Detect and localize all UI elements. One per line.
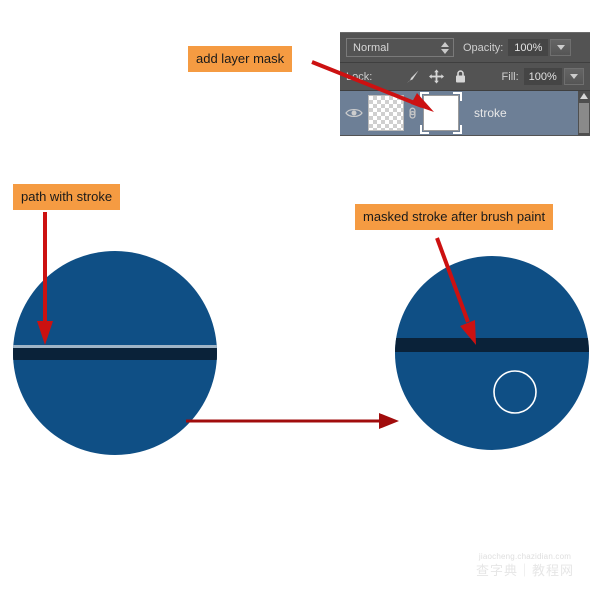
callout-path-with-stroke: path with stroke xyxy=(13,184,121,210)
stroke-dark-band xyxy=(13,348,217,360)
watermark-brand: 查字典｜教程网 xyxy=(475,563,574,578)
watermark-url: jiaocheng.chazidian.com xyxy=(478,552,572,561)
callout-add-layer-mask: add layer mask xyxy=(188,46,293,72)
arrow-transform-flow xyxy=(186,413,399,429)
artwork-canvas xyxy=(13,60,589,455)
right-circle-shape xyxy=(395,256,589,450)
arrow-add-layer-mask xyxy=(311,60,434,112)
stroke-dark-band-masked xyxy=(395,338,589,352)
callout-masked-stroke: masked stroke after brush paint xyxy=(355,204,554,230)
left-circle-shape xyxy=(13,251,217,455)
stroke-highlight-line xyxy=(13,345,217,348)
watermark: jiaocheng.chazidian.com 查字典｜教程网 xyxy=(455,552,595,586)
